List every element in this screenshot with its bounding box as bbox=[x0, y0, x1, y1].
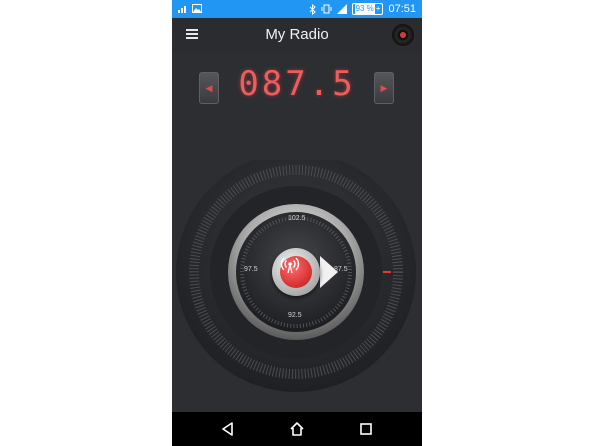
app-bar: My Radio bbox=[172, 18, 422, 52]
arrow-right-icon: ▶ bbox=[380, 82, 388, 93]
vinyl-record-icon[interactable] bbox=[392, 24, 414, 46]
dial-label-top: 102.5 bbox=[288, 215, 306, 222]
broadcast-antenna-icon bbox=[280, 256, 312, 288]
prev-station-button[interactable]: ◀ bbox=[199, 72, 219, 104]
home-icon[interactable] bbox=[289, 421, 305, 437]
frequency-display: 087.5 bbox=[238, 64, 356, 104]
phone-screen: 93 % + 07:51 My Radio ◀ 087.5 ▶ 102.5 97… bbox=[172, 0, 422, 446]
bluetooth-icon bbox=[309, 3, 316, 15]
page-title: My Radio bbox=[265, 26, 329, 43]
dial-label-left: 97.5 bbox=[244, 266, 258, 273]
play-toggle-button[interactable] bbox=[272, 248, 320, 296]
signal-bars-icon bbox=[178, 6, 186, 13]
image-icon bbox=[192, 4, 202, 13]
battery-icon: 93 % + bbox=[351, 3, 384, 15]
tuner-dial[interactable]: 102.5 97.5 87.5 92.5 bbox=[172, 160, 422, 400]
battery-percent: 93 % bbox=[354, 4, 375, 14]
dial-label-bottom: 92.5 bbox=[288, 312, 302, 319]
status-time: 07:51 bbox=[388, 3, 416, 15]
arrow-left-icon: ◀ bbox=[205, 82, 213, 93]
cell-signal-icon bbox=[336, 4, 347, 14]
status-bar: 93 % + 07:51 bbox=[172, 0, 422, 18]
system-nav-bar bbox=[172, 412, 422, 446]
next-station-button[interactable]: ▶ bbox=[374, 72, 394, 104]
vibrate-icon bbox=[321, 4, 332, 14]
back-icon[interactable] bbox=[220, 421, 236, 437]
dial-label-right: 87.5 bbox=[334, 266, 348, 273]
recents-icon[interactable] bbox=[358, 421, 374, 437]
frequency-row: ◀ 087.5 ▶ bbox=[172, 52, 422, 124]
